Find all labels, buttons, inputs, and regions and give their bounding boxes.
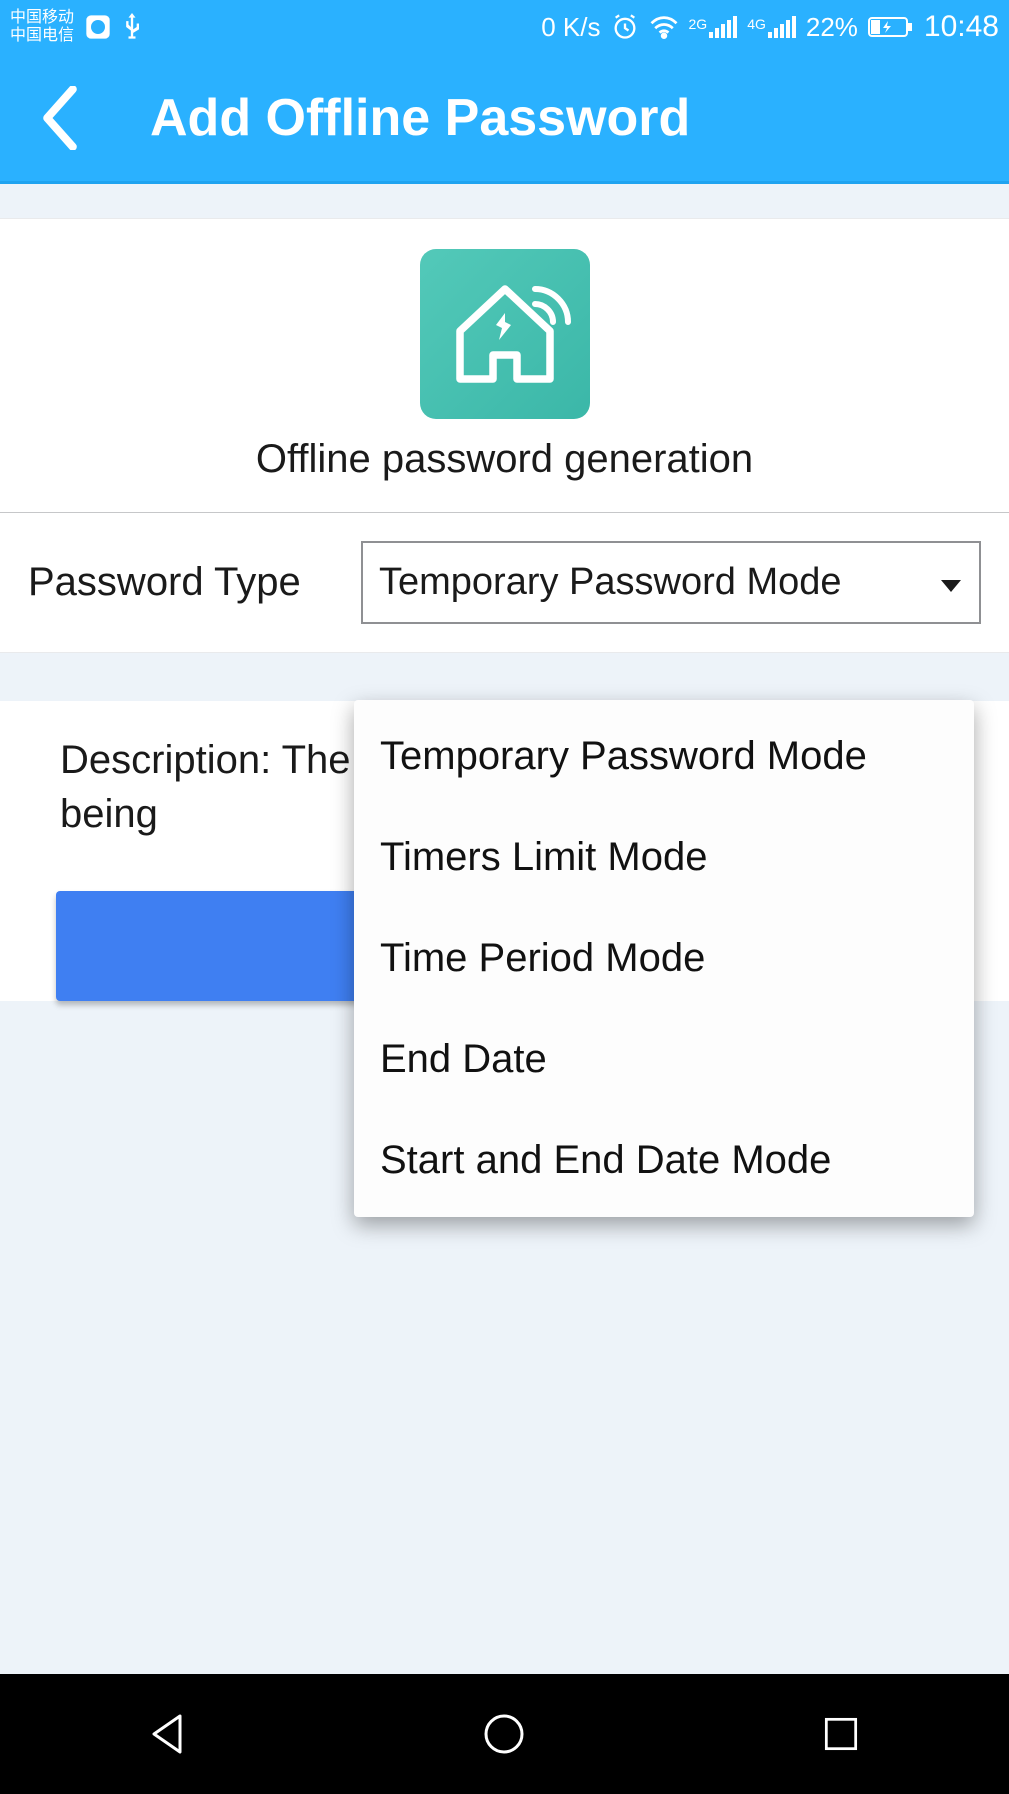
- dropdown-item-timers-limit[interactable]: Timers Limit Mode: [354, 807, 974, 908]
- password-type-selected: Temporary Password Mode: [379, 561, 842, 604]
- status-speed: 0 K/s: [541, 12, 600, 43]
- status-bar: 中国移动 中国电信 0 K/s 2G 4G 22% 10:48: [0, 0, 1009, 54]
- android-nav-bar: [0, 1674, 1009, 1794]
- back-button[interactable]: [20, 78, 100, 158]
- status-battery-pct: 22%: [806, 12, 858, 43]
- password-type-dropdown: Temporary Password Mode Timers Limit Mod…: [354, 700, 974, 1217]
- password-type-select[interactable]: Temporary Password Mode: [361, 541, 981, 624]
- password-type-row: Password Type Temporary Password Mode: [0, 513, 1009, 653]
- status-carrier-1: 中国移动: [10, 9, 74, 27]
- password-type-label: Password Type: [28, 560, 301, 605]
- status-time: 10:48: [924, 10, 999, 44]
- nav-recent-icon: [819, 1712, 863, 1756]
- signal-2-label: 4G: [747, 16, 766, 32]
- battery-icon: [868, 15, 914, 39]
- status-carrier-2: 中国电信: [10, 27, 74, 45]
- chevron-left-icon: [40, 86, 80, 150]
- alarm-icon: [611, 13, 639, 41]
- nav-home-icon: [480, 1710, 528, 1758]
- nav-back-icon: [144, 1710, 192, 1758]
- dropdown-item-temporary[interactable]: Temporary Password Mode: [354, 706, 974, 807]
- status-carriers: 中国移动 中国电信: [10, 9, 74, 45]
- nav-recent-button[interactable]: [806, 1699, 876, 1769]
- section-subtitle: Offline password generation: [0, 437, 1009, 482]
- section-icon-header: Offline password generation: [0, 218, 1009, 513]
- sync-icon: [84, 13, 112, 41]
- dropdown-item-time-period[interactable]: Time Period Mode: [354, 908, 974, 1009]
- dropdown-item-start-end-date[interactable]: Start and End Date Mode: [354, 1110, 974, 1211]
- status-right: 0 K/s 2G 4G 22% 10:48: [541, 10, 999, 44]
- status-left: 中国移动 中国电信: [10, 9, 142, 45]
- nav-back-button[interactable]: [133, 1699, 203, 1769]
- wifi-icon: [649, 15, 679, 39]
- signal-1-label: 2G: [689, 16, 708, 32]
- caret-down-icon: [939, 561, 963, 604]
- signal-1: 2G: [689, 16, 738, 38]
- app-header: Add Offline Password: [0, 54, 1009, 184]
- nav-home-button[interactable]: [469, 1699, 539, 1769]
- usb-icon: [122, 13, 142, 41]
- dropdown-item-end-date[interactable]: End Date: [354, 1009, 974, 1110]
- app-logo-icon: [420, 249, 590, 419]
- signal-2: 4G: [747, 16, 796, 38]
- page-title: Add Offline Password: [150, 88, 690, 148]
